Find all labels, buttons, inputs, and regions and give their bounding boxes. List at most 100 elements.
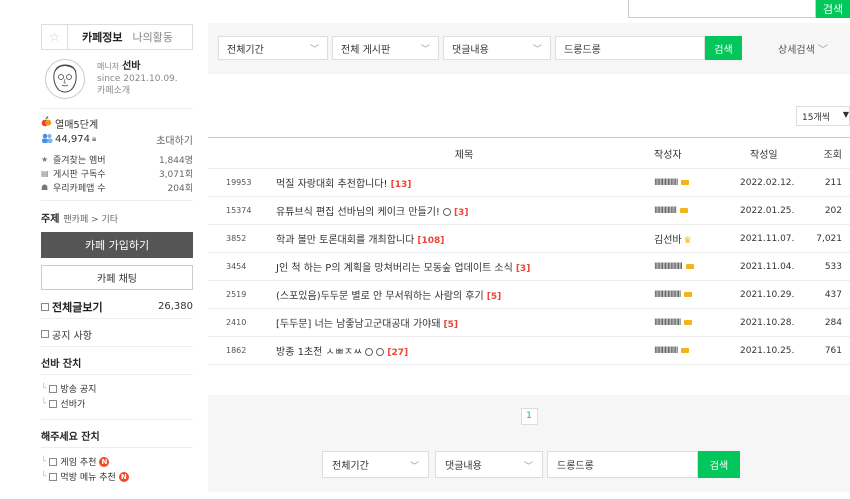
post-num: 3852	[226, 234, 247, 243]
post-author[interactable]: IIIIIIIIIIIIIIIIIII	[654, 253, 740, 281]
board-icon: ▤	[41, 168, 49, 178]
tree-branch-icon: └	[41, 471, 47, 482]
comment-count[interactable]: [5]	[487, 292, 502, 302]
header-num	[208, 138, 274, 169]
menu-item-broadcast-notice[interactable]: └ 방송 공지	[41, 381, 193, 396]
author-name[interactable]: IIIIIIIIIIIIIIIIII	[654, 318, 681, 328]
post-views: 202	[824, 205, 842, 216]
post-author[interactable]: IIIIIIIIIIIIIIIIII	[654, 309, 740, 337]
tree-branch-icon: └	[41, 456, 47, 467]
post-title[interactable]: [두두문] 너는 남좋남고군대공대 가야돼 [5]	[274, 309, 654, 337]
author-name[interactable]: IIIIIIIIIIIIIIIIIII	[654, 262, 683, 272]
advanced-label: 상세검색	[778, 45, 815, 56]
chevron-down-icon: ﹀	[818, 45, 828, 56]
post-title-text[interactable]: [두두문] 너는 남좋남고군대공대 가야돼	[276, 319, 441, 330]
page-button-current[interactable]: 1	[520, 407, 538, 425]
author-name[interactable]: IIIIIIIIIIIIIIIIII	[654, 290, 681, 300]
post-title[interactable]: 방종 1초전 ㅅㅃㅈㅆ [27]	[274, 337, 654, 365]
field-select[interactable]: 댓글내용 ﹀	[443, 36, 551, 60]
post-author[interactable]: IIIIIIIIIIIIIIIIII	[654, 281, 740, 309]
author-name[interactable]: IIIIIIIIIIIIIII	[654, 206, 677, 216]
cafe-intro-link[interactable]: 카페소개	[97, 85, 178, 97]
comment-count[interactable]: [13]	[391, 180, 412, 190]
top-search-input[interactable]	[628, 0, 816, 18]
avatar-face-icon	[53, 64, 77, 93]
members-icon	[41, 133, 55, 146]
post-title[interactable]: 유튜브식 편집 선바님의 케이크 만들기! [3]	[274, 197, 654, 225]
doc-icon	[49, 472, 58, 481]
post-title-text[interactable]: (스포있음)두두문 별로 안 무서워하는 사람의 후기	[276, 291, 484, 302]
stat-board-subs: ▤ 게시판 구독수 3,071회	[41, 166, 193, 180]
level-icon	[681, 347, 690, 353]
all-posts-count: 26,380	[158, 301, 193, 312]
post-title-text[interactable]: 유튜브식 편집 선바님의 케이크 만들기!	[276, 207, 440, 218]
post-author[interactable]: IIIIIIIIIIIIIII	[654, 197, 740, 225]
post-title-text[interactable]: 학과 볼만 토론대회를 개최합니다	[276, 235, 414, 246]
advanced-search-toggle[interactable]: 상세검색 ﹀	[778, 41, 828, 56]
cafe-chat-button[interactable]: 카페 채팅	[41, 265, 193, 290]
comment-count[interactable]: [108]	[417, 236, 444, 246]
menu-notice[interactable]: 공지 사항	[41, 325, 193, 347]
manager-name[interactable]: 선바	[122, 61, 140, 72]
post-author[interactable]: IIIIIIIIIIIIIIII	[654, 337, 740, 365]
tab-my-activity[interactable]: 나의활동	[132, 29, 172, 45]
author-name[interactable]: IIIIIIIIIIIIIIII	[654, 178, 678, 188]
emoji-icon	[365, 348, 374, 356]
per-page-select[interactable]: 15개씩 ▼	[796, 106, 850, 126]
comment-count[interactable]: [5]	[444, 320, 459, 330]
menu-all-posts[interactable]: 전체글보기 26,380	[41, 295, 193, 319]
sidebar: ☆ 카페정보 나의활동 매니저 선바 since 2021.10.09. 카페소개	[41, 24, 193, 484]
bottom-field-select[interactable]: 댓글내용 ﹀	[435, 451, 543, 478]
tree-branch-icon: └	[41, 398, 47, 409]
comment-count[interactable]: [3]	[516, 264, 531, 274]
post-author[interactable]: IIIIIIIIIIIIIIII	[654, 169, 740, 197]
post-table: 제목 작성자 작성일 조회 19953 먹질 자랑대회 추천합니다! [13] I…	[208, 137, 850, 365]
invite-link[interactable]: 초대하기	[156, 132, 193, 147]
search-input[interactable]: 드롱드롱	[555, 36, 705, 60]
doc-icon	[49, 457, 58, 466]
stat-value: 204회	[167, 183, 193, 194]
bottom-field-value: 댓글내용	[445, 461, 482, 472]
doc-icon	[41, 302, 49, 311]
menu-item-game-rec[interactable]: └ 게임 추천 N	[41, 454, 193, 469]
cafe-level[interactable]: 열매5단계	[55, 116, 98, 131]
topic-value: 팬카페 > 기타	[63, 215, 119, 225]
comment-count[interactable]: [27]	[387, 348, 408, 358]
bottom-search-input[interactable]: 드롱드롱	[547, 451, 698, 478]
bottom-period-value: 전체기간	[332, 461, 369, 472]
star-icon[interactable]: ☆	[42, 25, 68, 49]
topic-label: 주제	[41, 214, 60, 225]
bottom-search-button[interactable]: 검색	[698, 451, 740, 478]
post-title[interactable]: J인 척 하는 P의 계획을 망쳐버리는 모동숲 업데이트 소식 [3]	[274, 253, 654, 281]
top-search-button[interactable]: 검색	[816, 0, 850, 18]
comment-count[interactable]: [3]	[454, 208, 469, 218]
author-name[interactable]: IIIIIIIIIIIIIIII	[654, 346, 678, 356]
period-select[interactable]: 전체기간 ﹀	[218, 36, 328, 60]
tab-cafe-info[interactable]: 카페정보	[82, 29, 122, 45]
menu-item-sunbaga[interactable]: └ 선바가	[41, 396, 193, 411]
search-button[interactable]: 검색	[705, 36, 742, 60]
post-title-text[interactable]: 방종 1초전 ㅅㅃㅈㅆ	[276, 347, 362, 358]
avatar[interactable]	[45, 59, 85, 99]
stat-fav-members: ★ 즐겨찾는 멤버 1,844명	[41, 152, 193, 166]
join-cafe-button[interactable]: 카페 가입하기	[41, 232, 193, 258]
top-search: 검색	[628, 0, 850, 18]
member-count[interactable]: 44,974	[55, 134, 90, 145]
post-views: 284	[824, 317, 842, 328]
post-author[interactable]: 김선바 ♛	[654, 225, 740, 253]
header-author: 작성자	[654, 149, 682, 161]
menu-item-label: 방송 공지	[60, 385, 97, 395]
post-title[interactable]: 먹질 자랑대회 추천합니다! [13]	[274, 169, 654, 197]
post-title-text[interactable]: 먹질 자랑대회 추천합니다!	[276, 179, 388, 190]
bottom-period-select[interactable]: 전체기간 ﹀	[322, 451, 429, 478]
post-title-text[interactable]: J인 척 하는 P의 계획을 망쳐버리는 모동숲 업데이트 소식	[276, 263, 513, 274]
bottom-search-bar: 전체기간 ﹀ 댓글내용 ﹀ 드롱드롱 검색	[208, 437, 850, 492]
menu-item-mukbang-rec[interactable]: └ 먹방 메뉴 추천 N	[41, 469, 193, 484]
table-row: 2410 [두두문] 너는 남좋남고군대공대 가야돼 [5] IIIIIIIIII…	[208, 309, 850, 337]
post-title[interactable]: (스포있음)두두문 별로 안 무서워하는 사람의 후기 [5]	[274, 281, 654, 309]
post-title[interactable]: 학과 볼만 토론대회를 개최합니다 [108]	[274, 225, 654, 253]
doc-icon	[41, 330, 49, 338]
level-icon	[679, 207, 688, 213]
author-name[interactable]: 김선바	[654, 235, 682, 246]
board-select[interactable]: 전체 게시판 ﹀	[332, 36, 439, 60]
